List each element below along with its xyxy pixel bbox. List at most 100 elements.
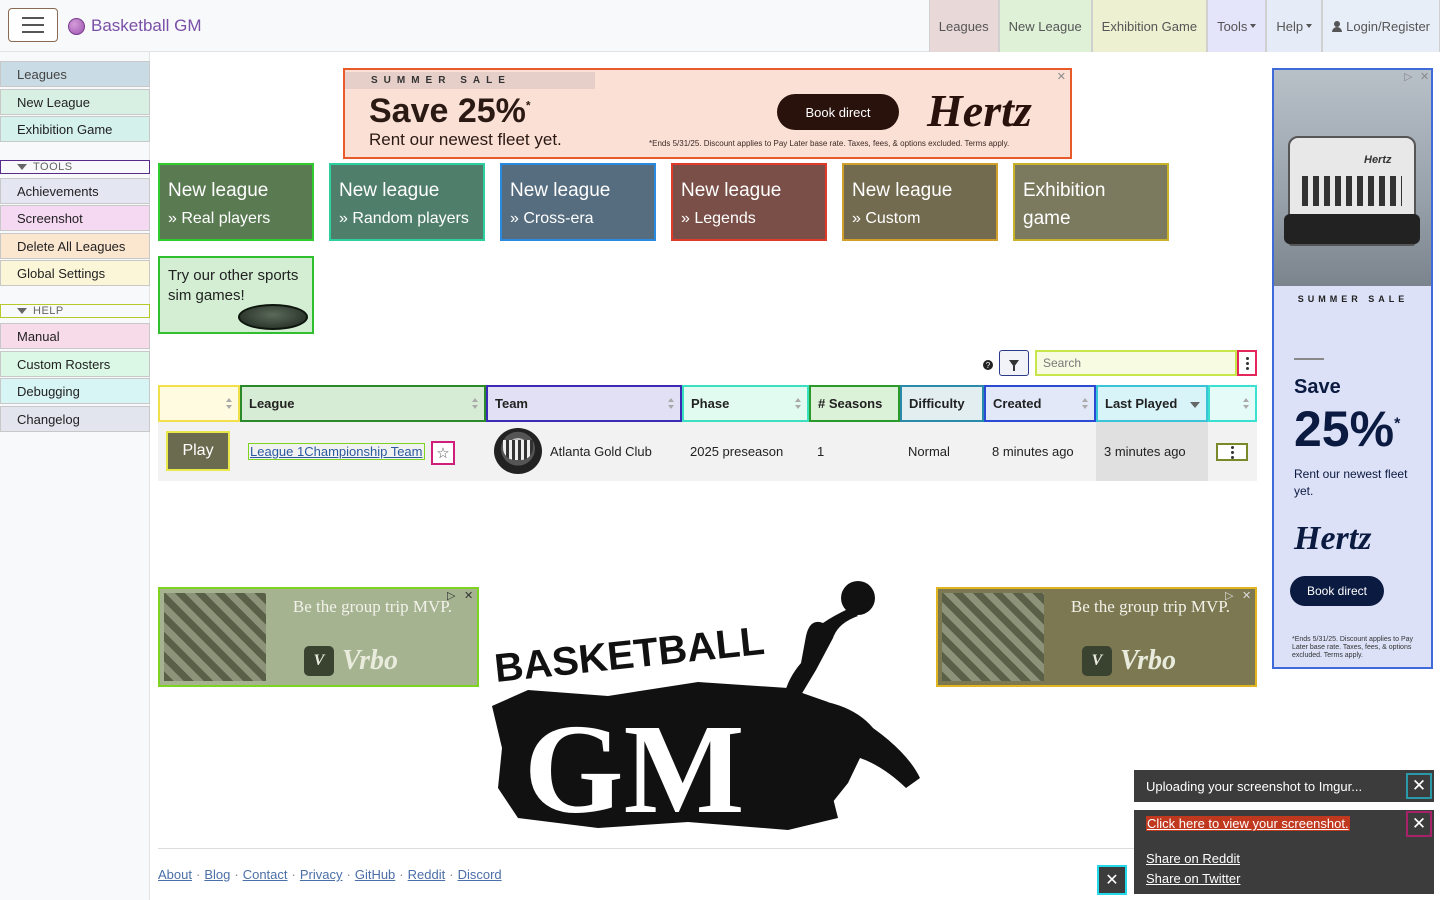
caret-down-icon (1306, 24, 1313, 28)
close-icon[interactable]: ✕ (1406, 773, 1432, 799)
column-header-difficulty[interactable]: Difficulty (900, 385, 984, 422)
ad-skyscraper-hertz[interactable]: Hertz ▷ ✕ SUMMER SALE Save 25%* Rent our… (1272, 68, 1433, 669)
column-header-actions[interactable] (1208, 385, 1257, 422)
sidebar-item-delete-all-leagues[interactable]: Delete All Leagues (0, 233, 150, 259)
screenshot-toast: Click here to view your screenshot. Shar… (1134, 810, 1434, 894)
close-icon[interactable]: ✕ (1097, 865, 1127, 895)
footer-link-reddit[interactable]: Reddit (408, 867, 446, 882)
column-header-play[interactable] (158, 385, 240, 422)
search-input[interactable] (1035, 350, 1237, 376)
ad-headline: Save 25%* (369, 92, 531, 130)
ad-book-direct-button[interactable]: Book direct (1290, 576, 1384, 606)
footer-divider (158, 848, 1258, 849)
footer-link-contact[interactable]: Contact (243, 867, 288, 882)
footer-link-github[interactable]: GitHub (355, 867, 395, 882)
sidebar-item-changelog[interactable]: Changelog (0, 406, 150, 432)
share-twitter-link[interactable]: Share on Twitter (1146, 871, 1240, 886)
ad-close-icon[interactable]: ✕ (1420, 70, 1429, 83)
other-sports-tile[interactable]: Try our other sports sim games! (158, 256, 314, 334)
tile-new-league-real-players[interactable]: New league» Real players (158, 163, 314, 241)
ad-fine-print: *Ends 5/31/25. Discount applies to Pay L… (649, 139, 1010, 148)
row-options-button[interactable] (1216, 443, 1248, 461)
ad-choices-icon[interactable]: ▷ (447, 589, 455, 602)
column-header-seasons[interactable]: # Seasons (809, 385, 900, 422)
sidebar-item-new-league[interactable]: New League (0, 89, 150, 115)
upload-status-text: Uploading your screenshot to Imgur... (1146, 778, 1363, 794)
ad-banner-hertz[interactable]: SUMMER SALE Save 25%* Rent our newest fl… (343, 68, 1072, 159)
hamburger-menu-button[interactable] (8, 8, 58, 42)
tile-new-league-random-players[interactable]: New league» Random players (329, 163, 485, 241)
league-name-link[interactable]: League 1Championship Team (248, 443, 425, 460)
sidebar-item-exhibition-game[interactable]: Exhibition Game (0, 116, 150, 142)
tile-exhibition-game[interactable]: Exhibition game (1013, 163, 1169, 241)
sidebar-item-custom-rosters[interactable]: Custom Rosters (0, 351, 150, 377)
ad-choices-icon[interactable]: ▷ (1404, 70, 1412, 83)
nav-leagues[interactable]: Leagues (928, 0, 999, 52)
ad-close-icon[interactable]: ✕ (464, 589, 473, 602)
ad-subtext: Rent our newest fleet yet. (1294, 467, 1408, 498)
play-button[interactable]: Play (166, 431, 230, 471)
hamburger-icon-bar (22, 24, 44, 26)
ad-subtext: Rent our newest fleet yet. (369, 130, 562, 149)
view-screenshot-link[interactable]: Click here to view your screenshot. (1146, 816, 1350, 831)
seasons-cell: 1 (817, 444, 825, 459)
kebab-icon-dot (1230, 445, 1234, 449)
brand-link[interactable]: Basketball GM (66, 9, 204, 43)
hamburger-icon-bar (22, 17, 44, 19)
jeep-image: Hertz (1284, 136, 1420, 246)
collapse-triangle-icon (17, 308, 27, 314)
footer-link-discord[interactable]: Discord (458, 867, 502, 882)
ad-book-direct-button[interactable]: Book direct (777, 94, 899, 130)
ad-sale-label: SUMMER SALE (1297, 294, 1409, 304)
filter-button[interactable] (999, 350, 1029, 376)
share-reddit-link[interactable]: Share on Reddit (1146, 851, 1240, 866)
star-icon[interactable]: ☆ (431, 441, 455, 465)
caret-down-icon (1250, 24, 1257, 28)
footer-link-blog[interactable]: Blog (204, 867, 230, 882)
footer-links: About · Blog · Contact · Privacy · GitHub · R… (158, 867, 502, 882)
ad-divider (1294, 358, 1324, 360)
help-icon[interactable]: ? (983, 360, 993, 370)
footer-link-privacy[interactable]: Privacy (300, 867, 343, 882)
column-header-league[interactable]: League (240, 385, 486, 422)
tile-new-league-legends[interactable]: New league» Legends (671, 163, 827, 241)
logo-word-basketball: BASKETBALL (492, 619, 766, 691)
team-logo (494, 428, 542, 474)
ad-vrbo-left[interactable]: Be the group trip MVP. V Vrbo ▷ ✕ (158, 587, 479, 687)
sidebar-heading-help[interactable]: HELP (0, 304, 150, 318)
close-icon[interactable]: ✕ (1406, 811, 1432, 837)
hockey-puck-icon (238, 304, 308, 330)
ad-percent-text: 25%* (1294, 401, 1401, 457)
table-options-button[interactable] (1237, 350, 1257, 376)
sidebar-item-manual[interactable]: Manual (0, 323, 150, 349)
footer-link-about[interactable]: About (158, 867, 192, 882)
sidebar-item-global-settings[interactable]: Global Settings (0, 260, 150, 286)
sidebar-item-screenshot[interactable]: Screenshot (0, 205, 150, 231)
tile-new-league-cross-era[interactable]: New league» Cross-era (500, 163, 656, 241)
column-header-created[interactable]: Created (984, 385, 1096, 422)
column-header-team[interactable]: Team (486, 385, 682, 422)
nav-new-league[interactable]: New League (998, 0, 1092, 52)
logo-word-gm: GM (524, 698, 744, 834)
ad-vrbo-right[interactable]: Be the group trip MVP. V Vrbo ▷ ✕ (936, 587, 1257, 687)
nav-exhibition-game[interactable]: Exhibition Game (1091, 0, 1208, 52)
top-navbar: Basketball GM Leagues New League Exhibit… (0, 0, 1440, 52)
column-header-last-played[interactable]: Last Played (1096, 385, 1208, 422)
nav-tools-dropdown[interactable]: Tools (1207, 0, 1267, 52)
ad-close-icon[interactable]: ✕ (1242, 589, 1251, 602)
column-header-phase[interactable]: Phase (682, 385, 809, 422)
ad-choices-icon[interactable]: ▷ (1225, 589, 1233, 602)
sidebar-item-leagues[interactable]: Leagues (0, 61, 150, 87)
basketball-icon (68, 17, 85, 35)
sidebar-item-debugging[interactable]: Debugging (0, 378, 150, 404)
vrbo-mark-icon: V (1082, 646, 1112, 676)
sidebar-heading-tools[interactable]: TOOLS (0, 160, 150, 174)
ad-close-icon[interactable]: ✕ (1057, 70, 1066, 83)
ad-sale-label: SUMMER SALE (345, 72, 595, 89)
created-cell: 8 minutes ago (992, 444, 1074, 459)
nav-login-register[interactable]: Login/Register (1322, 0, 1440, 52)
sidebar-item-achievements[interactable]: Achievements (0, 178, 150, 204)
nav-help-dropdown[interactable]: Help (1266, 0, 1323, 52)
tile-new-league-custom[interactable]: New league» Custom (842, 163, 998, 241)
sort-icon (226, 398, 233, 411)
